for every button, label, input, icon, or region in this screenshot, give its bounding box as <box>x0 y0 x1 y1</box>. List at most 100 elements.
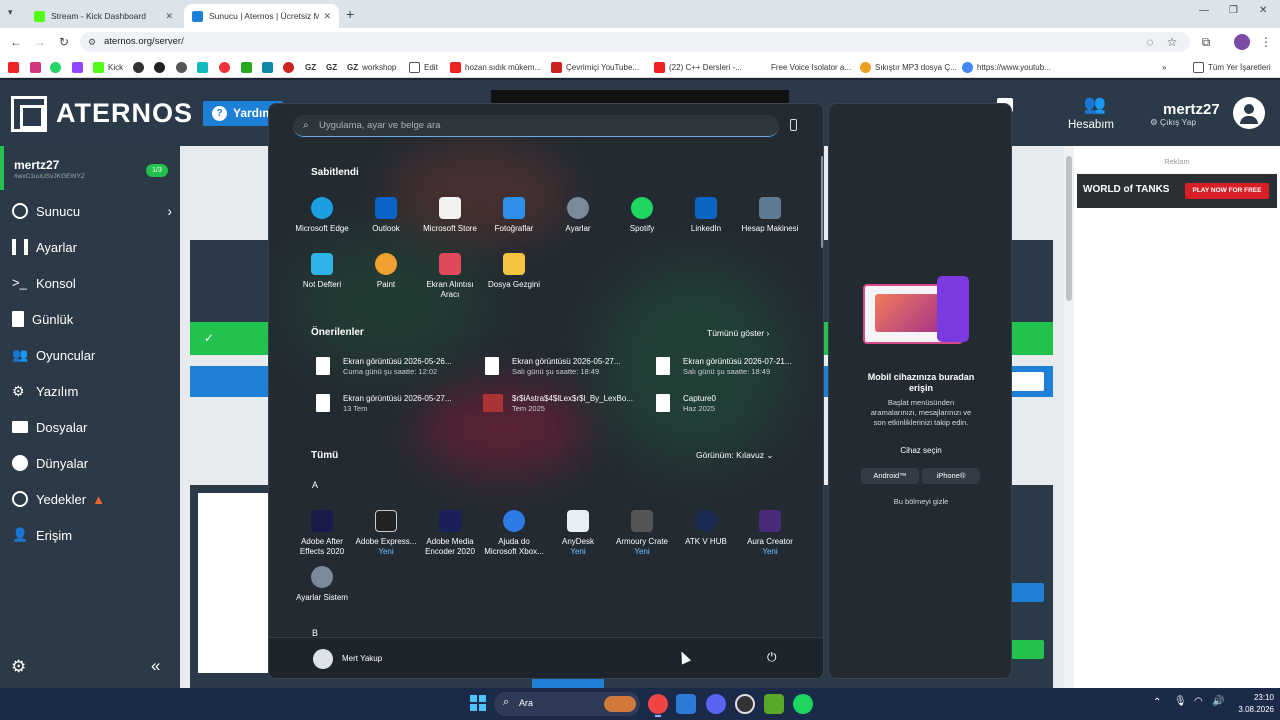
app-spotify[interactable]: Spotify <box>610 197 674 234</box>
phone-link-icon[interactable] <box>790 119 797 131</box>
new-tab-button[interactable]: + <box>346 6 354 22</box>
taskbar-search[interactable]: ⌕ Ara <box>494 692 640 716</box>
start-search-input[interactable]: ⌕ Uygulama, ayar ve belge ara <box>293 115 779 137</box>
recommended-item[interactable]: Capture0 Haz 2025 <box>656 394 816 422</box>
back-button[interactable]: ← <box>8 34 24 50</box>
close-window-button[interactable]: ✕ <box>1259 5 1267 16</box>
bookmark-edit[interactable]: Edit <box>409 60 438 74</box>
menu-icon[interactable]: ⋮ <box>1258 34 1274 50</box>
clock-time[interactable]: 23:10 <box>1238 693 1274 702</box>
windows-start-button[interactable] <box>470 695 486 711</box>
sidebar-item-backups[interactable]: Yedekler ▲ <box>12 489 105 509</box>
user-avatar[interactable] <box>1233 97 1265 129</box>
sidebar-item-players[interactable]: 👥 Oyuncular <box>12 345 95 365</box>
eye-off-icon[interactable]: ◌ <box>1142 34 1158 50</box>
bookmark-voice-isolator[interactable]: Free Voice Isolator a... <box>756 60 851 74</box>
bookmark-cpp[interactable]: (22) C++ Dersleri -... <box>654 60 742 74</box>
app-settings-system[interactable]: Ayarlar Sistem <box>290 566 354 603</box>
app-paint[interactable]: Paint <box>354 253 418 290</box>
app-armoury-crate[interactable]: Armoury Crate Yeni <box>610 510 674 557</box>
collapse-sidebar-icon[interactable]: « <box>151 656 160 676</box>
close-icon[interactable]: ✕ <box>165 11 173 22</box>
chrome-icon[interactable] <box>648 694 668 714</box>
sidebar-item-console[interactable]: >_ Konsol <box>12 273 76 293</box>
bookmark-gz[interactable]: GZ <box>305 60 316 74</box>
start-user-name[interactable]: Mert Yakup <box>342 654 382 663</box>
app-outlook[interactable]: Outlook <box>354 197 418 234</box>
sidebar-item-settings[interactable]: Ayarlar <box>12 237 77 257</box>
sidebar-item-files[interactable]: Dosyalar <box>12 417 87 437</box>
recommended-item[interactable]: Ekran görüntüsü 2026-07-21... Salı günü ş… <box>656 357 816 385</box>
start-scrollbar[interactable] <box>821 156 823 248</box>
tab-search-icon[interactable]: ▾ <box>8 7 13 18</box>
brand-name[interactable]: ATERNOS <box>56 98 193 129</box>
bookmark-workshop[interactable]: GZ workshop <box>347 60 396 74</box>
bookmark-youtube-link[interactable]: https://www.youtub... <box>962 60 1051 74</box>
bookmark-icon[interactable] <box>197 60 212 74</box>
maximize-button[interactable]: ❐ <box>1229 5 1238 16</box>
bookmark-icon[interactable] <box>154 60 169 74</box>
minecraft-icon[interactable] <box>764 694 784 714</box>
close-icon[interactable]: ✕ <box>323 11 331 22</box>
all-bookmarks[interactable]: Tüm Yer İşaretleri <box>1193 60 1271 74</box>
bookmark-instagram[interactable] <box>30 60 45 74</box>
hide-panel-link[interactable]: Bu bölmeyi gizle <box>829 497 1013 506</box>
app-icon[interactable] <box>676 694 696 714</box>
app-snipping-tool[interactable]: Ekran Alıntısı Aracı <box>418 253 482 300</box>
bookmark-icon[interactable] <box>262 60 277 74</box>
bookmark-icon[interactable] <box>176 60 191 74</box>
discord-icon[interactable] <box>706 694 726 714</box>
app-adobe-express[interactable]: Adobe Express... Yeni <box>354 510 418 557</box>
bookmark-icon[interactable] <box>219 60 234 74</box>
app-notepad[interactable]: Not Defteri <box>290 253 354 290</box>
bookmark-youtube[interactable] <box>8 60 23 74</box>
app-adobe-media-encoder[interactable]: Adobe Media Encoder 2020 <box>418 510 482 557</box>
ad-play-button[interactable]: PLAY NOW FOR FREE <box>1185 183 1269 199</box>
bookmark-kick[interactable]: Kick <box>93 60 123 74</box>
sidebar-item-software[interactable]: ⚙ Yazılım <box>12 381 78 401</box>
app-atk-v-hub[interactable]: ATK V HUB <box>674 510 738 547</box>
app-aura-creator[interactable]: Aura Creator Yeni <box>738 510 802 557</box>
avatar[interactable] <box>1234 34 1250 50</box>
reload-button[interactable]: ↻ <box>56 34 72 50</box>
bookmark-whatsapp[interactable] <box>50 60 65 74</box>
aternos-logo[interactable] <box>11 96 47 132</box>
android-button[interactable]: Android™ <box>861 468 919 484</box>
sidebar-item-server[interactable]: Sunucu › <box>12 201 172 221</box>
letter-a[interactable]: A <box>312 480 318 490</box>
ad-banner[interactable]: WORLD of TANKS PLAY NOW FOR FREE <box>1077 174 1277 208</box>
show-all-button[interactable]: Tümünü göster › <box>707 328 769 338</box>
logout-link[interactable]: ⚙ Çıkış Yap <box>1150 117 1196 128</box>
sidebar-item-worlds[interactable]: Dünyalar <box>12 453 88 473</box>
spotify-icon[interactable] <box>793 694 813 714</box>
app-adobe-after-effects[interactable]: Adobe After Effects 2020 <box>290 510 354 557</box>
extensions-icon[interactable]: ⧉ <box>1198 34 1214 50</box>
app-microsoft-store[interactable]: Microsoft Store <box>418 197 482 234</box>
minimize-button[interactable]: — <box>1199 5 1209 16</box>
view-dropdown[interactable]: Görünüm: Kılavuz ⌄ <box>696 450 774 461</box>
sidebar-item-log[interactable]: Günlük <box>12 309 73 329</box>
microphone-icon[interactable]: 🎙 <box>1174 696 1187 707</box>
obs-icon[interactable] <box>735 694 755 714</box>
bookmark-icon[interactable] <box>283 60 298 74</box>
account-label[interactable]: Hesabım <box>1068 119 1114 131</box>
gear-icon[interactable]: ⚙ <box>11 657 26 677</box>
app-linkedin[interactable]: LinkedIn <box>674 197 738 234</box>
url-input[interactable]: ⚙ aternos.org/server/ <box>80 32 1190 52</box>
site-info-icon[interactable]: ⚙ <box>88 32 96 52</box>
iphone-button[interactable]: iPhone® <box>922 468 980 484</box>
wifi-icon[interactable]: ◠ <box>1194 696 1203 707</box>
bookmark-hozan[interactable]: hozan sıdık mükem... <box>450 60 541 74</box>
bookmark-youtube-converter[interactable]: Çevrimiçi YouTube... <box>551 60 639 74</box>
clock-date[interactable]: 3.08.2026 <box>1228 705 1274 714</box>
app-microsoft-edge[interactable]: Microsoft Edge <box>290 197 354 234</box>
app-anydesk[interactable]: AnyDesk Yeni <box>546 510 610 557</box>
app-file-explorer[interactable]: Dosya Gezgini <box>482 253 546 290</box>
sidebar-item-access[interactable]: 👤 Erişim <box>12 525 72 545</box>
app-photos[interactable]: Fotoğraflar <box>482 197 546 234</box>
chevron-up-icon[interactable]: ⌃ <box>1153 697 1161 708</box>
recommended-item[interactable]: Ekran görüntüsü 2026-05-26... Cuma günü ş… <box>316 357 476 385</box>
bookmark-twitch[interactable] <box>72 60 87 74</box>
volume-icon[interactable]: 🔊 <box>1212 696 1224 707</box>
bookmark-gz[interactable]: GZ <box>326 60 337 74</box>
